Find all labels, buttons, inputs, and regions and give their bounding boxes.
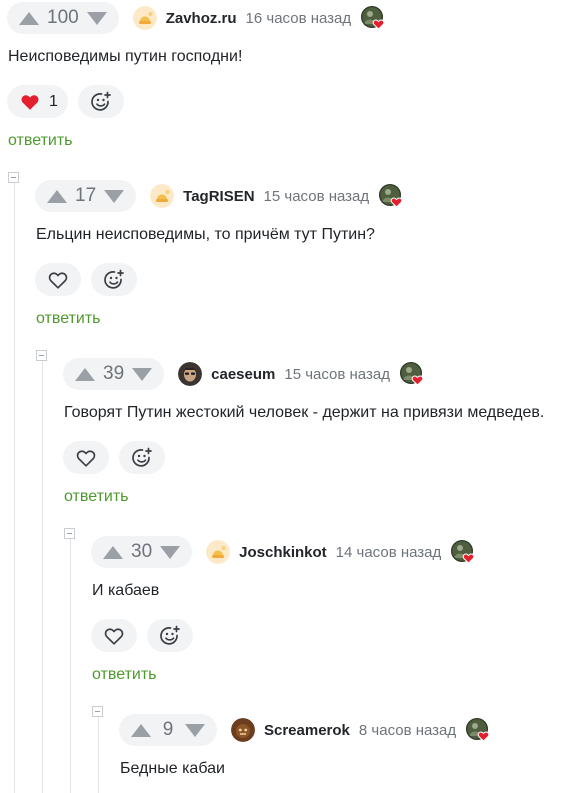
comment-text: Бедные кабаи — [120, 760, 225, 777]
heart-icon — [75, 447, 97, 469]
username[interactable]: Zavhoz.ru — [166, 10, 237, 27]
comment-text: Говорят Путин жестокий человек - держит … — [64, 404, 545, 421]
arrow-down-icon[interactable] — [185, 723, 205, 737]
arrow-up-icon[interactable] — [131, 723, 151, 737]
username[interactable]: Screamerok — [264, 722, 350, 739]
avatar[interactable] — [206, 540, 230, 564]
comment-text: Ельцин неисповедимы, то причём тут Путин… — [36, 226, 375, 243]
collapse-minus-icon[interactable] — [36, 350, 47, 361]
collapse-minus-icon[interactable] — [92, 706, 103, 717]
avatar[interactable] — [231, 718, 255, 742]
username[interactable]: caeseum — [211, 366, 275, 383]
like-button[interactable]: 1 — [7, 85, 68, 118]
rating-score: 100 — [47, 7, 79, 28]
avatar[interactable] — [178, 362, 202, 386]
user-badge-heart-icon — [400, 362, 424, 386]
rating-control: 17 — [35, 180, 137, 212]
arrow-up-icon[interactable] — [47, 189, 67, 203]
emoji-add-icon — [89, 90, 113, 114]
add-reaction-button[interactable] — [91, 263, 137, 296]
rating-score: 17 — [75, 185, 97, 206]
rating-score: 30 — [131, 541, 153, 562]
like-button[interactable] — [63, 441, 109, 474]
user-badge-heart-icon — [451, 540, 475, 564]
like-button[interactable] — [35, 263, 81, 296]
arrow-up-icon[interactable] — [75, 367, 95, 381]
reply-link[interactable]: ответить — [92, 666, 157, 684]
timestamp[interactable]: 15 часов назад — [264, 188, 370, 205]
arrow-up-icon[interactable] — [19, 11, 39, 25]
arrow-up-icon[interactable] — [103, 545, 123, 559]
avatar[interactable] — [150, 184, 174, 208]
timestamp[interactable]: 16 часов назад — [246, 10, 352, 27]
reply-link[interactable]: ответить — [36, 310, 101, 328]
user-badge-heart-icon — [379, 184, 403, 208]
add-reaction-button[interactable] — [119, 441, 165, 474]
heart-icon — [47, 269, 69, 291]
thread-line — [42, 360, 43, 793]
emoji-add-icon — [102, 268, 126, 292]
user-badge-heart-icon — [466, 718, 490, 742]
arrow-down-icon[interactable] — [132, 367, 153, 381]
rating-score: 39 — [103, 363, 125, 384]
like-button[interactable] — [91, 619, 137, 652]
emoji-add-icon — [130, 446, 154, 470]
heart-icon — [19, 91, 41, 113]
username[interactable]: TagRISEN — [183, 188, 254, 205]
comment-text: Неисповедимы путин господни! — [8, 48, 243, 65]
rating-control: 30 — [91, 536, 193, 568]
timestamp[interactable]: 8 часов назад — [359, 722, 456, 739]
collapse-minus-icon[interactable] — [64, 528, 75, 539]
reply-link[interactable]: ответить — [64, 488, 129, 506]
rating-control: 39 — [63, 358, 165, 390]
user-badge-heart-icon — [361, 6, 385, 30]
add-reaction-button[interactable] — [147, 619, 193, 652]
reply-link[interactable]: ответить — [8, 132, 73, 150]
avatar[interactable] — [133, 6, 157, 30]
arrow-down-icon[interactable] — [104, 189, 125, 203]
thread-line — [14, 182, 15, 793]
rating-control: 9 — [119, 714, 217, 746]
thread-line — [70, 538, 71, 793]
arrow-down-icon[interactable] — [86, 11, 107, 25]
heart-icon — [103, 625, 125, 647]
timestamp[interactable]: 14 часов назад — [336, 544, 442, 561]
rating-score: 9 — [162, 719, 174, 740]
username[interactable]: Joschkinkot — [239, 544, 327, 561]
timestamp[interactable]: 15 часов назад — [284, 366, 390, 383]
arrow-down-icon[interactable] — [160, 545, 181, 559]
add-reaction-button[interactable] — [78, 85, 124, 118]
like-count: 1 — [49, 92, 58, 110]
emoji-add-icon — [158, 624, 182, 648]
rating-control: 100 — [7, 2, 119, 34]
thread-line — [98, 716, 99, 793]
collapse-minus-icon[interactable] — [8, 172, 19, 183]
comment-text: И кабаев — [92, 582, 160, 599]
